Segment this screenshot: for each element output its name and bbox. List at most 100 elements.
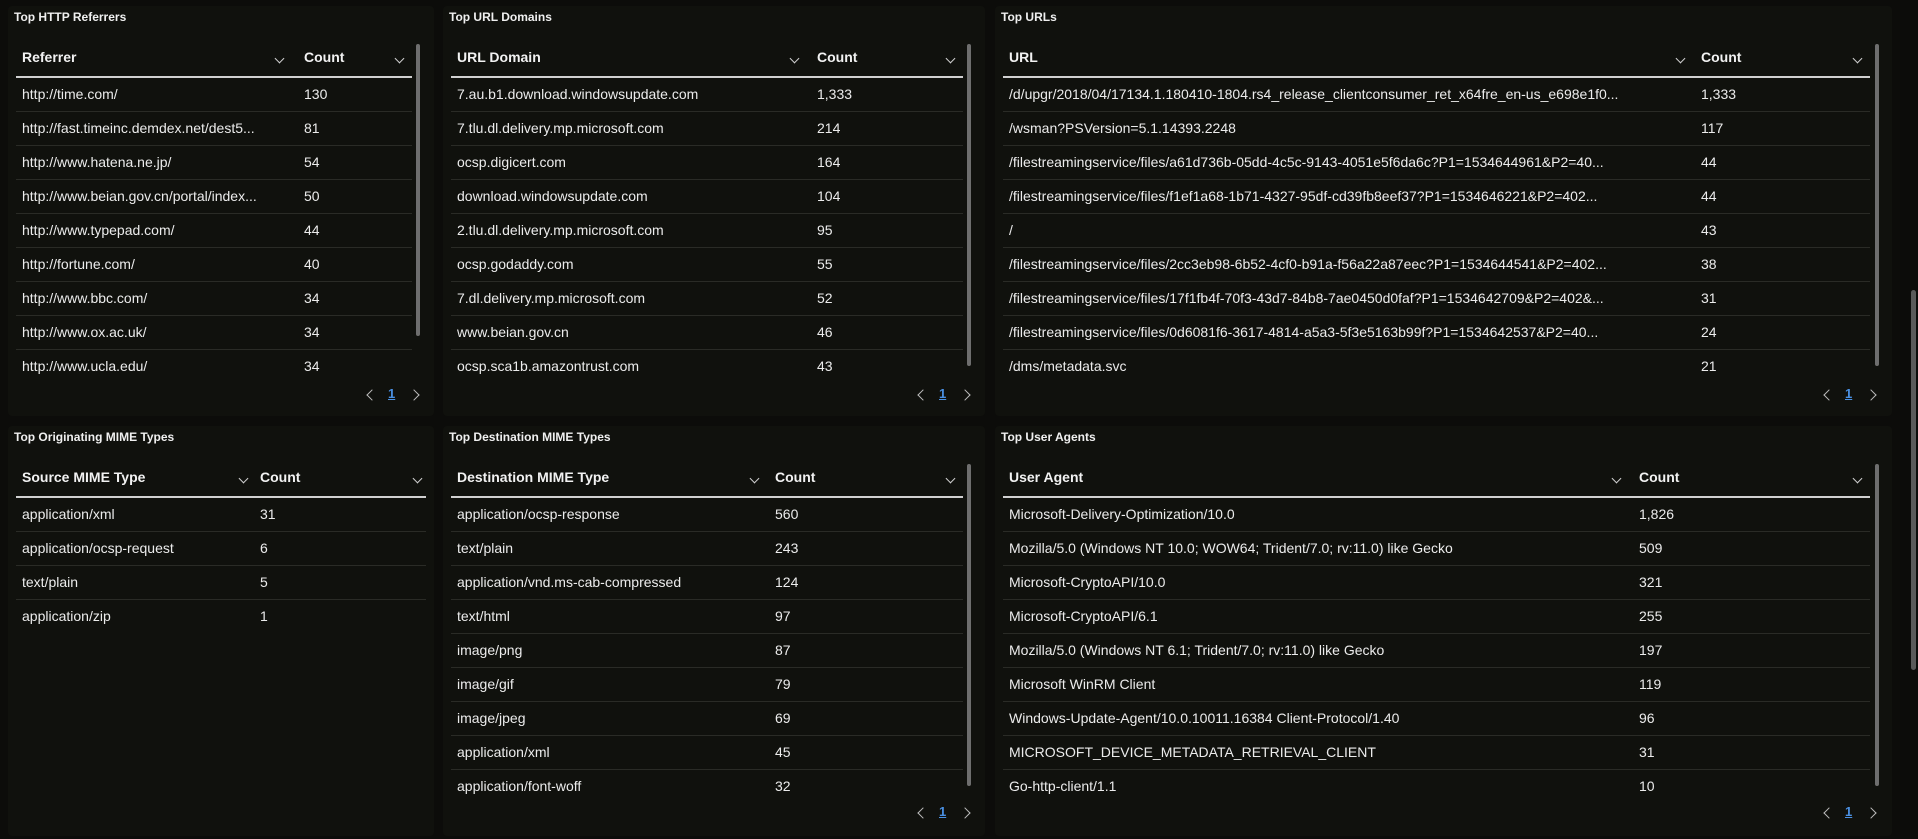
table-row[interactable]: /filestreamingservice/files/17f1fb4f-70f…	[1003, 282, 1870, 316]
scrollbar[interactable]	[967, 44, 971, 366]
chevron-down-icon[interactable]	[394, 53, 405, 64]
scrollbar-thumb[interactable]	[1875, 464, 1879, 786]
prev-page-icon[interactable]	[1823, 807, 1835, 819]
table-row[interactable]: 7.au.b1.download.windowsupdate.com 1,333	[451, 78, 963, 112]
table-row[interactable]: application/xml 45	[451, 736, 963, 770]
column-header-destination-mime-type[interactable]: Destination MIME Type	[451, 458, 765, 496]
scrollbar[interactable]	[1875, 44, 1879, 366]
table-row[interactable]: Mozilla/5.0 (Windows NT 10.0; WOW64; Tri…	[1003, 532, 1870, 566]
table-row[interactable]: Microsoft-CryptoAPI/6.1 255	[1003, 600, 1870, 634]
page-number[interactable]: 1	[939, 804, 946, 819]
page-number[interactable]: 1	[939, 386, 946, 401]
table-row[interactable]: ocsp.digicert.com 164	[451, 146, 963, 180]
table-row[interactable]: image/jpeg 69	[451, 702, 963, 736]
table-row[interactable]: /filestreamingservice/files/a61d736b-05d…	[1003, 146, 1870, 180]
next-page-icon[interactable]	[959, 389, 971, 401]
chevron-down-icon[interactable]	[1852, 53, 1863, 64]
table-row[interactable]: text/plain 5	[16, 566, 426, 600]
table-row[interactable]: application/ocsp-request 6	[16, 532, 426, 566]
table-row[interactable]: application/xml 31	[16, 498, 426, 532]
table-row[interactable]: ocsp.sca1b.amazontrust.com 43	[451, 350, 963, 384]
page-number[interactable]: 1	[1845, 804, 1852, 819]
scrollbar[interactable]	[1875, 464, 1879, 786]
table-row[interactable]: 2.tlu.dl.delivery.mp.microsoft.com 95	[451, 214, 963, 248]
chevron-down-icon[interactable]	[789, 53, 800, 64]
table-row[interactable]: Microsoft-Delivery-Optimization/10.0 1,82…	[1003, 498, 1870, 532]
chevron-down-icon[interactable]	[1611, 473, 1622, 484]
chevron-down-icon[interactable]	[238, 473, 249, 484]
table-row[interactable]: Windows-Update-Agent/10.0.10011.16384 Cl…	[1003, 702, 1870, 736]
table-row[interactable]: http://fast.timeinc.demdex.net/dest5... 8…	[16, 112, 412, 146]
table-row[interactable]: Go-http-client/1.1 10	[1003, 770, 1870, 804]
table-row[interactable]: /filestreamingservice/files/f1ef1a68-1b7…	[1003, 180, 1870, 214]
scrollbar-thumb[interactable]	[416, 44, 420, 336]
table-row[interactable]: application/ocsp-response 560	[451, 498, 963, 532]
column-header-user-agent[interactable]: User Agent	[1003, 458, 1629, 496]
table-row[interactable]: /d/upgr/2018/04/17134.1.180410-1804.rs4_…	[1003, 78, 1870, 112]
table-row[interactable]: Mozilla/5.0 (Windows NT 6.1; Trident/7.0…	[1003, 634, 1870, 668]
column-header-url[interactable]: URL	[1003, 38, 1693, 76]
table-row[interactable]: http://www.ucla.edu/34	[16, 350, 412, 384]
column-header-count[interactable]: Count	[1695, 38, 1870, 76]
prev-page-icon[interactable]	[1823, 389, 1835, 401]
column-header-source-mime-type[interactable]: Source MIME Type	[16, 458, 249, 496]
chevron-down-icon[interactable]	[945, 53, 956, 64]
table-row[interactable]: http://www.typepad.com/44	[16, 214, 412, 248]
chevron-down-icon[interactable]	[1675, 53, 1686, 64]
page-scrollbar[interactable]	[1911, 290, 1916, 670]
table-row[interactable]: Microsoft-CryptoAPI/10.0 321	[1003, 566, 1870, 600]
table-header: User Agent Count	[1003, 458, 1870, 498]
table-row[interactable]: / 43	[1003, 214, 1870, 248]
table-row[interactable]: image/gif 79	[451, 668, 963, 702]
chevron-down-icon[interactable]	[749, 473, 760, 484]
next-page-icon[interactable]	[1865, 389, 1877, 401]
table-row[interactable]: www.beian.gov.cn 46	[451, 316, 963, 350]
table-row[interactable]: ocsp.godaddy.com 55	[451, 248, 963, 282]
scrollbar-thumb[interactable]	[1875, 44, 1879, 366]
table-row[interactable]: 7.dl.delivery.mp.microsoft.com 52	[451, 282, 963, 316]
table-row[interactable]: application/font-woff 32	[451, 770, 963, 804]
table-row[interactable]: http://fortune.com/40	[16, 248, 412, 282]
chevron-down-icon[interactable]	[274, 53, 285, 64]
chevron-down-icon[interactable]	[1852, 473, 1863, 484]
table-row[interactable]: text/plain 243	[451, 532, 963, 566]
table-row[interactable]: 7.tlu.dl.delivery.mp.microsoft.com 214	[451, 112, 963, 146]
table-row[interactable]: http://www.beian.gov.cn/portal/index... 5…	[16, 180, 412, 214]
table-row[interactable]: http://www.hatena.ne.jp/54	[16, 146, 412, 180]
table-row[interactable]: /filestreamingservice/files/2cc3eb98-6b5…	[1003, 248, 1870, 282]
scrollbar[interactable]	[967, 464, 971, 786]
column-header-count[interactable]: Count	[769, 458, 963, 496]
table-row[interactable]: http://www.ox.ac.uk/34	[16, 316, 412, 350]
table-row[interactable]: http://time.com/130	[16, 78, 412, 112]
chevron-down-icon[interactable]	[412, 473, 423, 484]
scrollbar[interactable]	[416, 44, 420, 336]
page-number[interactable]: 1	[388, 386, 395, 401]
table-row[interactable]: download.windowsupdate.com 104	[451, 180, 963, 214]
table-row[interactable]: /filestreamingservice/files/0d6081f6-361…	[1003, 316, 1870, 350]
chevron-down-icon[interactable]	[945, 473, 956, 484]
prev-page-icon[interactable]	[917, 389, 929, 401]
table-row[interactable]: image/png 87	[451, 634, 963, 668]
prev-page-icon[interactable]	[366, 389, 378, 401]
scrollbar-thumb[interactable]	[967, 464, 971, 786]
table-row[interactable]: /wsman?PSVersion=5.1.14393.2248 117	[1003, 112, 1870, 146]
column-header-count[interactable]: Count	[254, 458, 426, 496]
table-row[interactable]: Microsoft WinRM Client 119	[1003, 668, 1870, 702]
table-row[interactable]: MICROSOFT_DEVICE_METADATA_RETRIEVAL_CLIE…	[1003, 736, 1870, 770]
table-row[interactable]: /dms/metadata.svc 21	[1003, 350, 1870, 384]
next-page-icon[interactable]	[959, 807, 971, 819]
next-page-icon[interactable]	[1865, 807, 1877, 819]
scrollbar-thumb[interactable]	[967, 44, 971, 366]
table-row[interactable]: application/vnd.ms-cab-compressed 124	[451, 566, 963, 600]
column-header-count[interactable]: Count	[1633, 458, 1870, 496]
table-row[interactable]: text/html 97	[451, 600, 963, 634]
prev-page-icon[interactable]	[917, 807, 929, 819]
table-row[interactable]: http://www.bbc.com/34	[16, 282, 412, 316]
page-number[interactable]: 1	[1845, 386, 1852, 401]
table-row[interactable]: application/zip 1	[16, 600, 426, 634]
column-header-count[interactable]: Count	[811, 38, 963, 76]
column-header-url-domain[interactable]: URL Domain	[451, 38, 807, 76]
column-header-count[interactable]: Count	[298, 38, 412, 76]
next-page-icon[interactable]	[408, 389, 420, 401]
column-header-referrer[interactable]: Referrer	[16, 38, 292, 76]
